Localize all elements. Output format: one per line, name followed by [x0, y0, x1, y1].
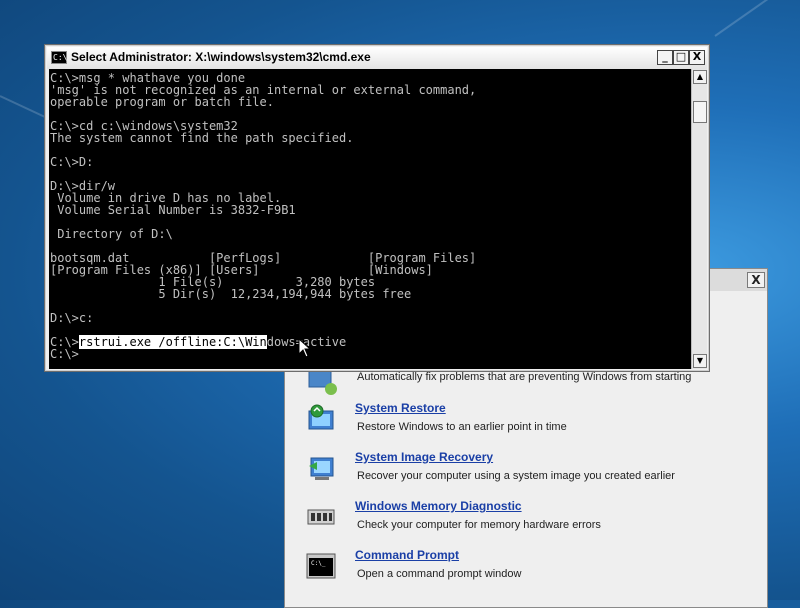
minimize-button[interactable]: _ — [657, 50, 673, 65]
system-image-recovery-link[interactable]: System Image Recovery — [355, 450, 493, 464]
cmd-app-icon[interactable]: C:\ — [51, 51, 67, 64]
svg-text:C:\_: C:\_ — [311, 560, 326, 567]
scroll-thumb[interactable] — [693, 101, 707, 123]
tool-description: Check your computer for memory hardware … — [357, 519, 601, 531]
console-text: C:\>msg * whathave you done 'msg' is not… — [49, 69, 691, 361]
cmd-titlebar[interactable]: C:\ Select Administrator: X:\windows\sys… — [47, 47, 707, 69]
tool-description: Open a command prompt window — [357, 568, 522, 580]
tool-description: Recover your computer using a system ima… — [357, 470, 675, 482]
system-image-recovery-icon — [309, 457, 334, 480]
scroll-up-button[interactable]: ▲ — [693, 70, 707, 84]
vertical-scrollbar[interactable]: ▲ ▼ — [691, 69, 707, 369]
windows-memory-diagnostic-link[interactable]: Windows Memory Diagnostic — [355, 499, 522, 513]
tool-system-image-recovery[interactable]: System Image Recovery Recover your compu… — [305, 450, 745, 496]
console-output[interactable]: C:\>msg * whathave you done 'msg' is not… — [49, 69, 691, 369]
mouse-pointer-icon — [298, 338, 312, 358]
command-prompt-icon: C:\_ — [306, 553, 336, 579]
command-prompt-link[interactable]: Command Prompt — [355, 548, 459, 562]
close-button[interactable]: X — [689, 50, 705, 65]
tool-description: Automatically fix problems that are prev… — [357, 371, 692, 383]
recovery-close-button[interactable]: X — [747, 272, 765, 288]
tool-description: Restore Windows to an earlier point in t… — [357, 421, 567, 433]
command-prompt-window: C:\ Select Administrator: X:\windows\sys… — [44, 44, 710, 372]
console-history: C:\>msg * whathave you done 'msg' is not… — [50, 71, 477, 325]
maximize-button[interactable]: □ — [673, 50, 689, 65]
system-restore-icon — [308, 404, 334, 430]
wallpaper-streak — [714, 0, 790, 37]
scroll-down-button[interactable]: ▼ — [693, 354, 707, 368]
cmd-window-title: Select Administrator: X:\windows\system3… — [71, 50, 371, 64]
tool-windows-memory-diagnostic[interactable]: Windows Memory Diagnostic Check your com… — [305, 499, 745, 545]
console-current-prompt: C:\> — [50, 347, 79, 361]
tool-command-prompt[interactable]: C:\_ Command Prompt Open a command promp… — [305, 548, 745, 594]
console-selection[interactable]: rstrui.exe /offline:C:\Win — [78, 335, 267, 349]
tool-system-restore[interactable]: System Restore Restore Windows to an ear… — [305, 401, 745, 447]
memory-chip-icon — [307, 509, 335, 525]
system-restore-link[interactable]: System Restore — [355, 401, 446, 415]
